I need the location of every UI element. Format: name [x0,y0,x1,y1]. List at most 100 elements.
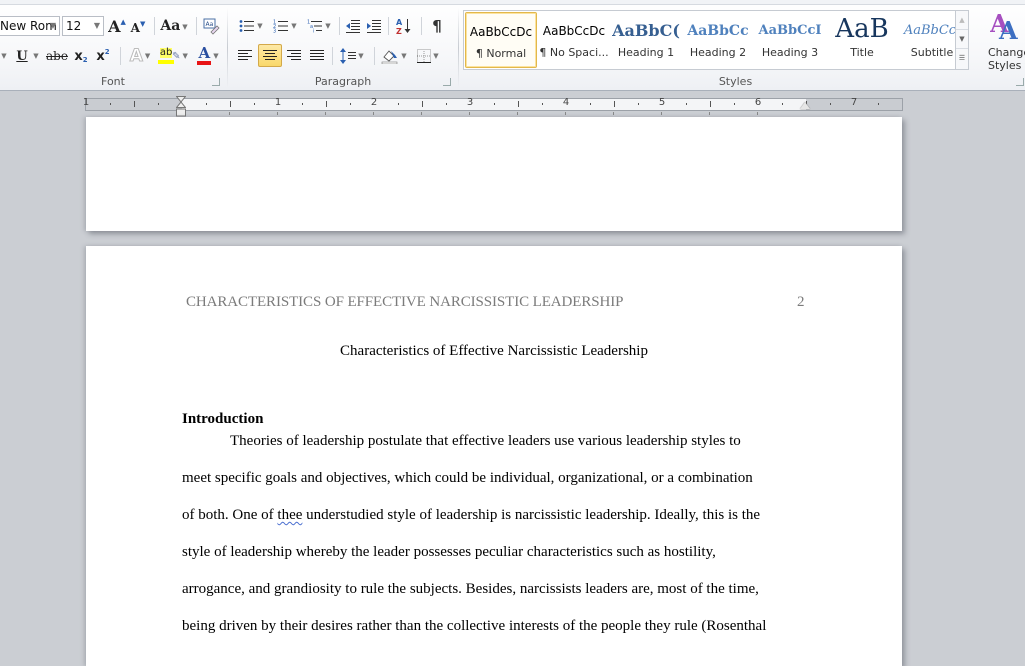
line-spacing-button[interactable]: ▼ [337,46,367,66]
change-styles-label: Change Styles ▾ [988,46,1025,72]
chevron-down-icon: ▼ [433,52,439,60]
bullets-button[interactable]: ▼ [235,16,267,36]
increase-indent-button[interactable] [365,16,383,36]
more-styles-icon[interactable]: ☰ [956,49,968,68]
change-case-button[interactable]: Aa ▼ [160,16,188,36]
superscript-marker: 2 [104,48,110,56]
shading-icon [381,50,398,64]
style-name: Heading 2 [689,46,747,59]
document-page-2[interactable]: CHARACTERISTICS OF EFFECTIVE NARCISSISTI… [86,246,902,666]
superscript-button[interactable]: x2 [94,46,112,66]
font-group-label: Font [101,75,125,88]
ruler-tick [710,101,711,107]
font-name-combobox[interactable]: New Rom ▼ [0,16,60,36]
section-heading[interactable]: Introduction [182,411,263,428]
body-line[interactable]: being driven by their desires rather tha… [182,618,766,635]
group-separator [227,8,228,88]
change-styles-label-line2: Styles ▾ [988,59,1025,72]
strikethrough-button[interactable]: abe [46,46,68,66]
body-line[interactable]: meet specific goals and objectives, whic… [182,470,753,487]
default-tab-stop [517,112,518,115]
body-line[interactable]: Theories of leadership postulate that ef… [230,433,741,450]
clear-formatting-button[interactable]: Aa [201,16,221,36]
subscript-button[interactable]: x2 [72,46,90,66]
styles-gallery-scrollbar[interactable]: ▲ ▼ ☰ [955,10,969,70]
borders-icon [417,49,432,63]
bullets-icon [239,20,255,32]
body-line[interactable]: arrogance, and grandiosity to rule the s… [182,581,759,598]
align-right-button[interactable] [284,46,304,66]
font-size-combobox[interactable]: 12 ▼ [62,16,104,36]
chevron-down-icon[interactable]: ▼ [94,17,100,35]
underline-options-chevron[interactable]: ▼ [32,46,40,66]
align-left-button[interactable] [235,46,255,66]
style-heading-1[interactable]: AaBbC( Heading 1 [610,12,682,68]
style-title[interactable]: AaB Title [826,12,898,68]
highlight-button[interactable]: ab ✎ ▼ [158,46,188,66]
body-line[interactable]: of both. One of thee understudied style … [182,507,760,524]
style-name: ¶ Normal [475,47,527,60]
style-sample: AaBbCcDc [469,25,533,39]
document-title[interactable]: Characteristics of Effective Narcissisti… [86,343,902,360]
clear-formatting-icon: Aa [203,18,220,35]
styles-gallery: AaBbCcDc ¶ Normal AaBbCcDc ¶ No Spaci...… [463,10,969,70]
chevron-down-icon: ▼ [182,21,188,31]
multilevel-list-button[interactable]: 1 a i ▼ [304,16,334,36]
decrease-indent-button[interactable] [344,16,362,36]
style-sample: AaB [835,14,889,44]
borders-button[interactable]: ▼ [413,46,443,66]
ribbon: New Rom ▼ 12 ▼ A ▲ A ▼ Aa ▼ Aa ▼ U ▼ abe… [0,0,1025,91]
ruler-tick [206,103,207,105]
underline-button[interactable]: U [14,46,30,66]
body-text: of both. One of [182,507,278,523]
style-normal[interactable]: AaBbCcDc ¶ Normal [465,12,537,68]
italic-dropdown-chevron[interactable]: ▼ [0,46,8,66]
default-tab-stop [277,112,278,115]
separator [332,47,333,65]
show-formatting-marks-button[interactable]: ¶ [427,16,447,36]
style-name: Heading 3 [761,46,819,59]
scroll-up-icon[interactable]: ▲ [956,11,968,30]
chevron-down-icon: ▼ [144,52,151,60]
misspelled-word[interactable]: thee [277,507,302,523]
shading-button[interactable]: ▼ [379,46,409,66]
style-sample: AaBbC( [612,21,680,40]
align-center-button[interactable] [258,44,282,67]
body-text: understudied style of leadership is narc… [302,507,761,523]
horizontal-ruler[interactable]: 1 1 2 3 4 5 6 7 [83,97,903,111]
styles-dialog-launcher-icon[interactable] [1016,78,1024,86]
numbering-button[interactable]: 1 2 3 ▼ [269,16,301,36]
decrease-indent-icon [346,20,360,33]
underline-icon: U [16,48,28,64]
chevron-down-icon[interactable]: ▼ [50,17,56,35]
text-effects-button[interactable]: A ▼ [127,46,153,67]
font-group: New Rom ▼ 12 ▼ A ▲ A ▼ Aa ▼ Aa ▼ U ▼ abe… [0,6,226,90]
scroll-down-icon[interactable]: ▼ [956,30,968,49]
style-heading-3[interactable]: AaBbCcI Heading 3 [754,12,826,68]
change-styles-button[interactable]: A A Change Styles ▾ [986,10,1025,76]
strikethrough-icon: abe [46,49,68,63]
ruler-tick [734,103,735,105]
separator [421,17,422,35]
running-head[interactable]: CHARACTERISTICS OF EFFECTIVE NARCISSISTI… [186,294,623,311]
paragraph-dialog-launcher-icon[interactable] [443,78,451,86]
body-line[interactable]: style of leadership whereby the leader p… [182,544,716,561]
right-indent-marker[interactable] [800,102,810,109]
grow-font-button[interactable]: A ▲ [108,16,126,36]
font-color-button[interactable]: A ▼ [194,46,222,66]
document-page-1[interactable] [86,117,902,231]
group-separator [458,8,459,88]
default-tab-stop [229,112,230,115]
sort-button[interactable]: A Z [393,16,415,36]
line-spacing-icon [340,48,357,64]
page-number: 2 [797,294,805,310]
style-no-spacing[interactable]: AaBbCcDc ¶ No Spaci... [538,12,610,68]
shrink-font-button[interactable]: A ▼ [130,18,146,38]
style-heading-2[interactable]: AaBbCc Heading 2 [682,12,754,68]
default-tab-stop [469,112,470,115]
align-right-icon [287,50,301,60]
justify-button[interactable] [307,46,327,66]
justify-icon [310,50,324,60]
style-sample: AaBbCcI [758,23,822,38]
font-dialog-launcher-icon[interactable] [212,78,220,86]
